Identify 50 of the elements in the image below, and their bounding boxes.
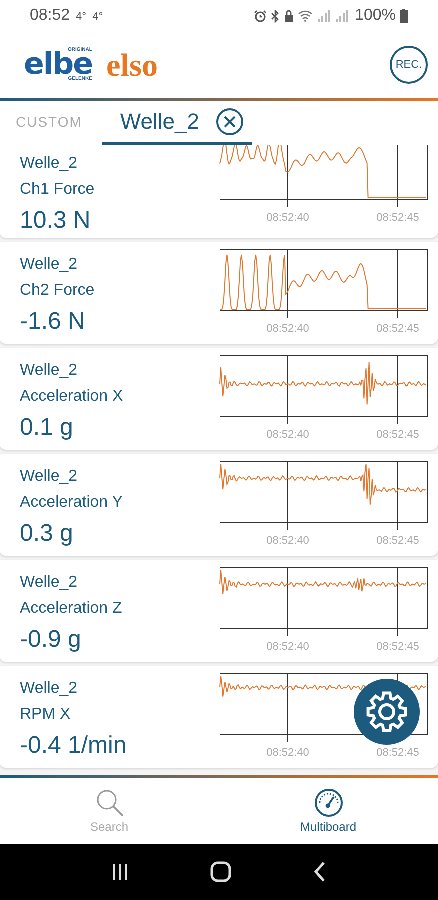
channel-value: 10.3 N xyxy=(20,207,92,235)
time-label: 08:52:45 xyxy=(376,212,420,224)
battery-icon xyxy=(400,9,408,23)
tab[interactable]: Welle_2 xyxy=(118,104,202,138)
channel-value: -1.6 N xyxy=(20,308,86,336)
channel-value: 0.1 g xyxy=(20,414,74,442)
clock-time: 08:52 xyxy=(30,7,70,25)
device-name: Welle_2 xyxy=(20,255,79,275)
time-label: 08:52:45 xyxy=(376,323,420,335)
elso-logo: elso xyxy=(106,46,158,84)
device-name: Welle_2 xyxy=(20,361,79,381)
channel-name: Acceleration X xyxy=(20,387,124,407)
lock-icon xyxy=(284,10,294,22)
time-label: 08:52:45 xyxy=(376,641,420,653)
time-label: 08:52:45 xyxy=(376,429,420,441)
time-label: 08:52:40 xyxy=(266,212,310,224)
nav-item[interactable]: Multiboard xyxy=(219,778,438,844)
device-name: Welle_2 xyxy=(20,679,79,699)
channel-value: -0.9 g xyxy=(20,626,82,654)
wifi-icon xyxy=(298,10,314,22)
gauge-icon xyxy=(314,788,344,818)
channel-name: Ch1 Force xyxy=(20,180,95,200)
home-icon[interactable] xyxy=(208,860,233,884)
device-name: Welle_2 xyxy=(20,154,79,174)
settings-icon xyxy=(365,690,409,734)
time-label: 08:52:40 xyxy=(266,747,310,759)
alarm-icon xyxy=(254,10,268,22)
channel-value: -0.4 1/min xyxy=(20,732,127,760)
bluetooth-icon xyxy=(271,10,280,22)
channel-name: Acceleration Z xyxy=(20,599,122,619)
channel-name: Acceleration Y xyxy=(20,493,123,513)
battery-level: 100% xyxy=(355,7,396,25)
time-label: 08:52:40 xyxy=(266,429,310,441)
channel-value: 0.3 g xyxy=(20,520,74,548)
device-name: Welle_2 xyxy=(20,573,79,593)
channel-name: RPM X xyxy=(20,705,72,725)
time-label: 08:52:40 xyxy=(266,641,310,653)
signal-icon xyxy=(335,10,350,22)
time-label: 08:52:40 xyxy=(266,535,310,547)
channel-name: Ch2 Force xyxy=(20,281,95,301)
close-icon[interactable] xyxy=(216,108,244,136)
status-indicator: 4° xyxy=(92,11,104,23)
search-icon xyxy=(94,788,124,818)
device-name: Welle_2 xyxy=(20,467,79,487)
time-label: 08:52:45 xyxy=(376,535,420,547)
time-label: 08:52:45 xyxy=(376,747,420,759)
signal-icon xyxy=(317,10,332,22)
time-label: 08:52:40 xyxy=(266,323,310,335)
record-button[interactable]: REC. xyxy=(390,46,428,84)
status-indicator: 4° xyxy=(76,11,87,23)
